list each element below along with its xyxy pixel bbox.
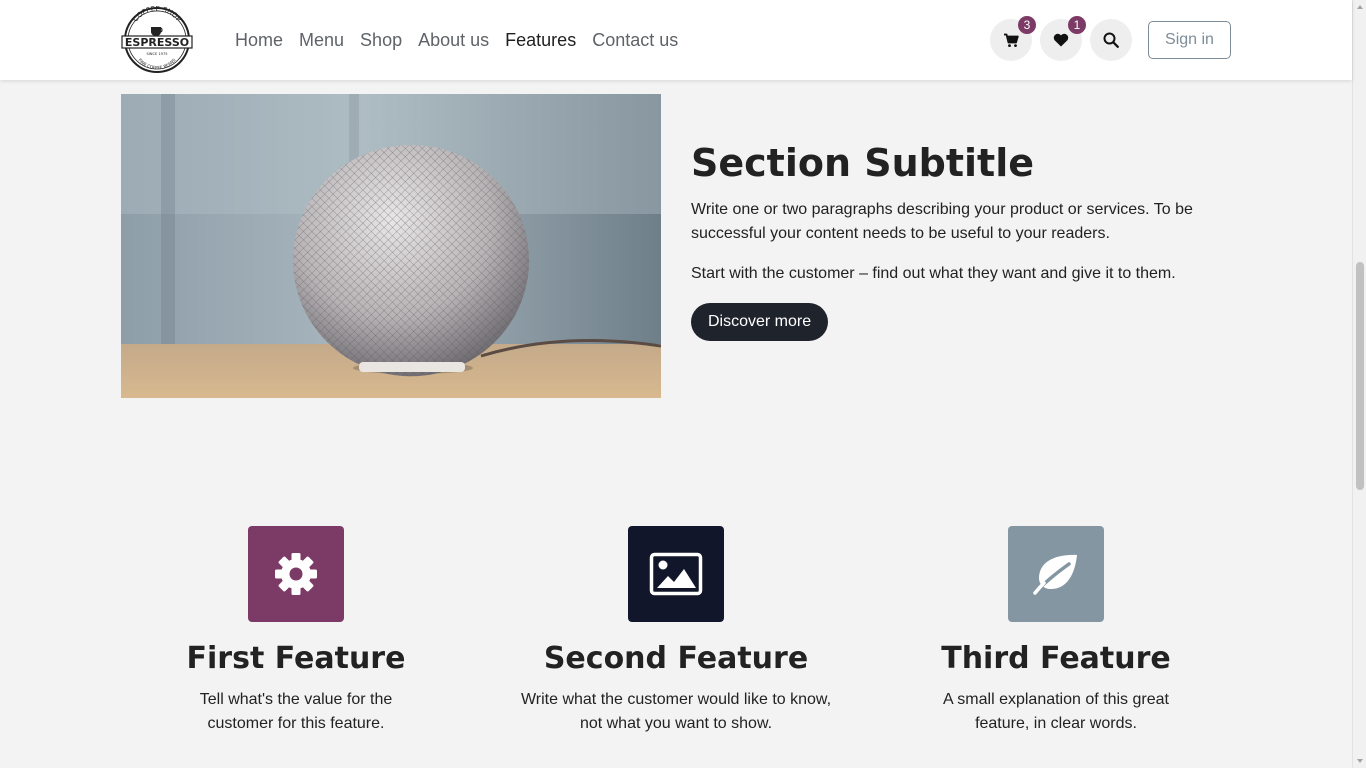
logo-main-text: ESPRESSO	[125, 36, 189, 49]
nav-menu[interactable]: Menu	[299, 30, 344, 51]
sign-in-button[interactable]: Sign in	[1148, 21, 1231, 59]
hero-text-block: Section Subtitle Write one or two paragr…	[691, 140, 1211, 341]
search-icon	[1103, 32, 1119, 48]
feature-title: Second Feature	[543, 641, 809, 676]
nav-home[interactable]: Home	[235, 30, 283, 51]
feature-description-line: feature, in clear words.	[975, 715, 1137, 732]
feature-description-line: Write what the customer would like to kn…	[520, 691, 832, 708]
scrollbar-thumb[interactable]	[1356, 262, 1364, 490]
cart-icon	[1004, 33, 1019, 47]
feature-description-line: A small explanation of this great	[943, 691, 1169, 708]
nav-contact-us[interactable]: Contact us	[592, 30, 678, 51]
feature-description-line: not what you want to show.	[579, 715, 773, 732]
scroll-down-arrow-icon[interactable]	[1356, 757, 1364, 765]
feature-title: Third Feature	[941, 641, 1171, 676]
scroll-up-arrow-icon[interactable]	[1356, 3, 1364, 11]
nav-shop[interactable]: Shop	[360, 30, 402, 51]
feature-description-line: customer for this feature.	[207, 715, 385, 732]
feature-description: Tell what's the value for the customer f…	[106, 688, 486, 736]
feature-description: Write what the customer would like to kn…	[486, 688, 866, 736]
page: COFFEE SHOP ESPRESSO SINCE 1975 FINE COF…	[0, 0, 1366, 768]
leaf-icon	[1033, 554, 1077, 595]
search-button[interactable]	[1090, 19, 1132, 61]
feature-icon-box	[628, 526, 724, 622]
feature-card-third: Third Feature A small explanation of thi…	[866, 526, 1246, 736]
discover-more-button[interactable]: Discover more	[691, 303, 829, 341]
hero-image-smart-speaker	[121, 94, 661, 398]
feature-description-line: Tell what's the value for the	[199, 691, 393, 708]
image-icon	[649, 552, 703, 596]
hero-paragraph-2: Start with the customer – find out what …	[691, 265, 1176, 282]
feature-icon-box	[248, 526, 344, 622]
feature-card-first: First Feature Tell what's the value for …	[106, 526, 486, 736]
wishlist-button[interactable]: 1	[1040, 16, 1086, 61]
nav-features[interactable]: Features	[505, 30, 576, 51]
feature-description: A small explanation of this great featur…	[866, 688, 1246, 736]
heart-icon	[1053, 33, 1069, 47]
gear-icon	[275, 553, 317, 595]
nav-about-us[interactable]: About us	[418, 30, 489, 51]
logo-since-text: SINCE 1975	[146, 52, 167, 56]
feature-card-second: Second Feature Write what the customer w…	[486, 526, 866, 736]
espresso-logo[interactable]: COFFEE SHOP ESPRESSO SINCE 1975 FINE COF…	[120, 5, 194, 74]
site-header: COFFEE SHOP ESPRESSO SINCE 1975 FINE COF…	[0, 0, 1352, 80]
feature-icon-box	[1008, 526, 1104, 622]
hero-paragraph-1: Write one or two paragraphs describing y…	[691, 201, 1193, 242]
section-subtitle-heading: Section Subtitle	[691, 141, 1035, 185]
wishlist-count-badge: 1	[1068, 16, 1086, 34]
page-scrollbar[interactable]	[1352, 0, 1366, 768]
feature-title: First Feature	[186, 641, 406, 676]
cart-count-badge: 3	[1018, 16, 1036, 34]
main-nav: Home Menu Shop About us Features Contact…	[235, 0, 678, 80]
cart-button[interactable]: 3	[990, 16, 1036, 61]
